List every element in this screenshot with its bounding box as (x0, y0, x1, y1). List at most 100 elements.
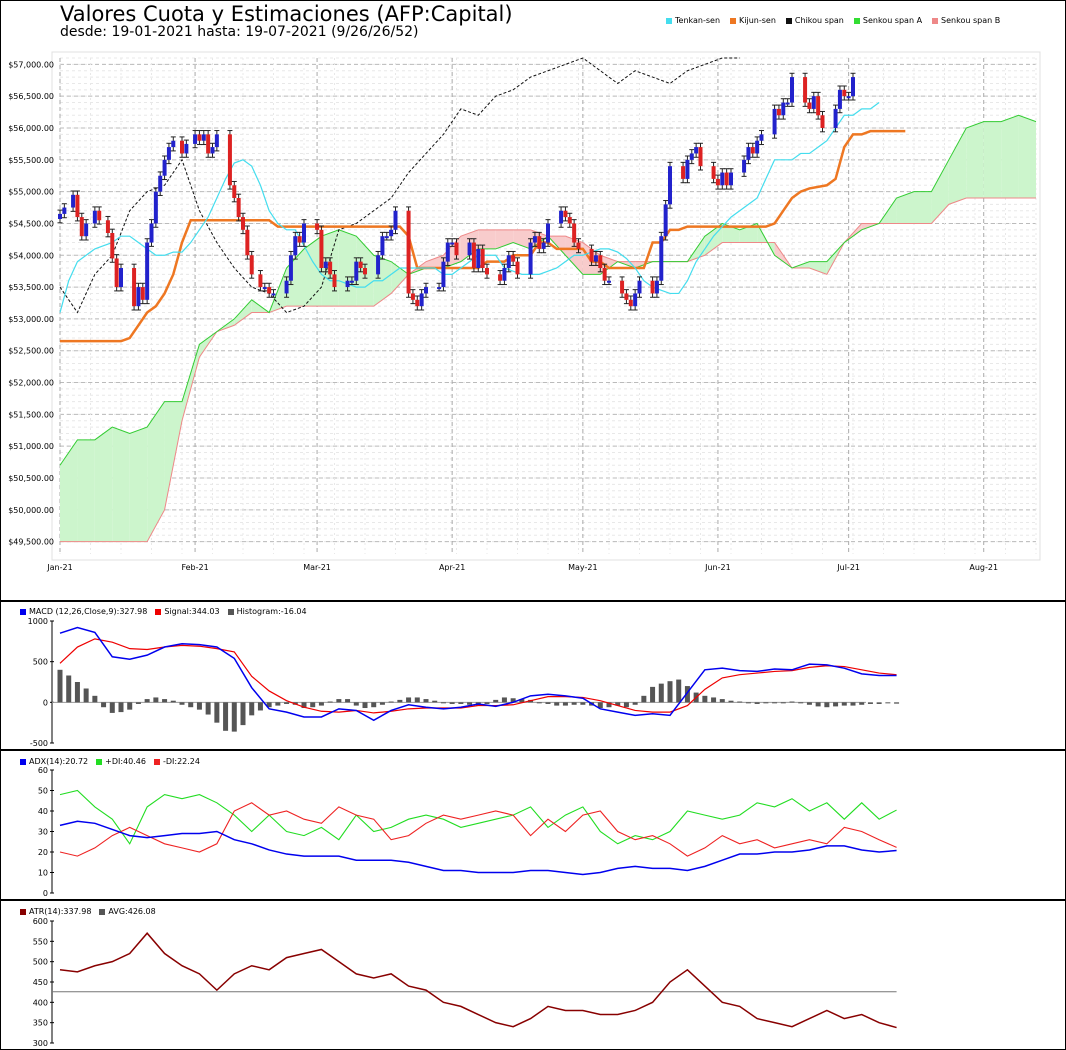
candle-body (180, 140, 184, 154)
candle-body (820, 115, 825, 128)
candle-body (816, 96, 821, 116)
atr-line (59, 932, 897, 1029)
candle-body (166, 147, 171, 160)
candle-body (685, 159, 690, 179)
x-tick-label: Feb-21 (181, 563, 208, 572)
candle-body (288, 255, 293, 281)
macd-histogram-bar (859, 702, 865, 705)
y-tick-label: $53,500.00 (8, 283, 54, 292)
candle-body (515, 261, 520, 275)
macd-histogram-bar (833, 702, 839, 707)
candle-body (790, 77, 794, 103)
candle-body (236, 198, 241, 218)
macd-histogram-bar (153, 697, 159, 703)
macd-histogram-bar (101, 702, 107, 708)
x-tick-label: Apr-21 (439, 563, 465, 572)
macd-histogram-bar (876, 702, 882, 704)
atr-y-tick-label: 500 (33, 958, 48, 967)
candle-body (633, 293, 638, 307)
candle-body (384, 236, 389, 239)
macd-histogram-bar (737, 701, 743, 703)
adx-y-tick-label: 40 (38, 807, 48, 816)
y-tick-label: $56,500.00 (8, 92, 54, 101)
macd-histogram-bar (449, 702, 455, 704)
candle-body (410, 293, 415, 300)
macd-histogram-bar (214, 702, 220, 723)
candle-body (502, 268, 507, 281)
cloud-segment-bullish (1018, 115, 1036, 198)
cloud-segment-bullish (112, 427, 130, 542)
x-tick-label: Jun-21 (704, 563, 731, 572)
x-tick-label: Jul-21 (836, 563, 860, 572)
macd-histogram-bar (92, 695, 98, 703)
macd-histogram-bar (467, 702, 473, 705)
candle-body (546, 223, 550, 243)
candle-body (71, 194, 76, 208)
candle-body (498, 274, 503, 281)
x-tick-label: Aug-21 (969, 563, 998, 572)
candle-body (724, 172, 729, 186)
adx-line (59, 820, 897, 876)
adx-y-tick-label: 60 (38, 766, 48, 775)
macd-histogram-bar (74, 682, 80, 703)
candle-body (711, 166, 716, 179)
macd-histogram-bar (353, 702, 359, 706)
candle-body (232, 185, 237, 198)
atr-y-tick-label: 600 (33, 917, 48, 926)
macd-histogram-bar (632, 702, 638, 705)
atr-panel-area (52, 913, 1064, 1050)
macd-histogram-bar (841, 702, 847, 706)
di-plus-line (59, 789, 897, 845)
y-tick-label: $52,500.00 (8, 347, 54, 356)
cloud-segment-bullish (983, 121, 1002, 198)
candle-body (624, 293, 629, 300)
candle-body (698, 147, 703, 167)
candle-body (75, 194, 80, 218)
candle-body (354, 261, 359, 281)
macd-histogram-bar (711, 697, 717, 703)
y-tick-label: $53,000.00 (8, 315, 54, 324)
candle-body (241, 217, 245, 230)
chart-canvas: $57,000.00 $56,500.00 $56,000.00 $55,500.00… (8, 51, 1064, 1050)
macd-histogram-bar (824, 702, 830, 708)
macd-histogram-bar (66, 675, 72, 703)
adx-y-tick-label: 50 (38, 787, 48, 796)
macd-histogram-bar (414, 697, 420, 703)
macd-histogram-bar (536, 702, 542, 704)
candle-body (105, 220, 110, 233)
candle-body (79, 217, 84, 237)
macd-line (59, 626, 897, 722)
candle-body (528, 242, 533, 275)
candle-body (602, 268, 607, 281)
macd-histogram-bar (327, 701, 333, 703)
macd-histogram-bar (623, 702, 629, 708)
macd-histogram-bar (763, 702, 769, 704)
candle-body (424, 287, 428, 294)
macd-histogram-bar (118, 702, 124, 713)
macd-histogram-bar (397, 699, 403, 703)
candle-body (654, 280, 659, 294)
y-tick-label: $51,000.00 (8, 442, 54, 451)
candle-body (58, 213, 62, 219)
candle-body (541, 242, 546, 249)
y-tick-label: $51,500.00 (8, 410, 54, 419)
macd-histogram-bar (484, 702, 490, 704)
candle-body (598, 255, 603, 268)
macd-histogram-bar (894, 702, 900, 704)
candle-body (62, 207, 67, 214)
macd-histogram-bar (885, 702, 891, 704)
candle-body (328, 261, 333, 275)
candle-body (284, 280, 289, 294)
macd-histogram-bar (580, 702, 586, 705)
candle-body (620, 280, 625, 294)
adx-y-tick-label: 20 (38, 848, 48, 857)
candle-body (681, 166, 686, 179)
candle-body (132, 268, 137, 307)
candle-body (332, 274, 337, 288)
candle-body (145, 242, 150, 300)
candle-body (227, 134, 232, 186)
macd-histogram-bar (440, 702, 446, 704)
macd-histogram-bar (850, 702, 856, 706)
candle-body (485, 268, 489, 275)
candle-body (201, 134, 206, 141)
